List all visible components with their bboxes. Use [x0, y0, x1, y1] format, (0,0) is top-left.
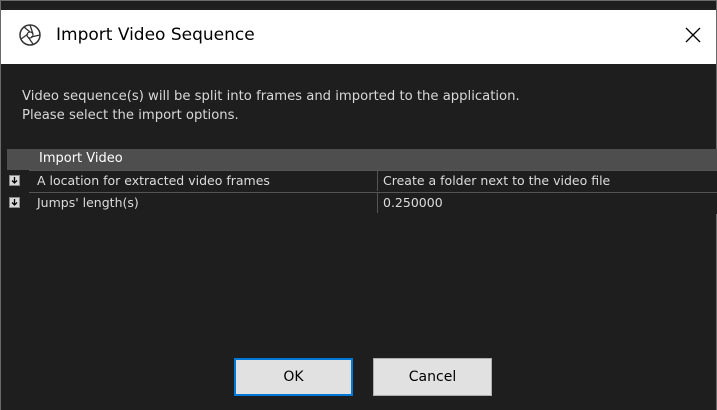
- window-title: Import Video Sequence: [56, 25, 255, 45]
- ok-button[interactable]: OK: [234, 358, 353, 396]
- dialog-content: Video sequence(s) will be split into fra…: [1, 64, 717, 410]
- property-key: A location for extracted video frames: [29, 170, 378, 191]
- close-icon: [685, 27, 701, 47]
- property-row[interactable]: Jumps' length(s) 0.250000: [7, 192, 717, 214]
- section-header[interactable]: Import Video: [7, 149, 717, 170]
- property-value-jumps-length[interactable]: 0.250000: [378, 192, 717, 213]
- section-header-label: Import Video: [39, 151, 123, 166]
- expand-icon[interactable]: [9, 197, 20, 208]
- property-row[interactable]: A location for extracted video frames Cr…: [7, 170, 717, 192]
- cancel-button[interactable]: Cancel: [373, 358, 492, 396]
- title-bar: Import Video Sequence: [1, 8, 716, 64]
- aperture-icon: [18, 23, 42, 47]
- expand-icon[interactable]: [9, 175, 20, 186]
- property-key: Jumps' length(s): [29, 192, 378, 213]
- close-button[interactable]: [670, 10, 716, 64]
- property-value-extract-location[interactable]: Create a folder next to the video file: [378, 170, 717, 191]
- description-line-1: Video sequence(s) will be split into fra…: [22, 89, 520, 104]
- description-line-2: Please select the import options.: [22, 108, 239, 123]
- description: Video sequence(s) will be split into fra…: [22, 87, 520, 125]
- import-video-dialog: Import Video Sequence Video sequence(s) …: [0, 0, 717, 410]
